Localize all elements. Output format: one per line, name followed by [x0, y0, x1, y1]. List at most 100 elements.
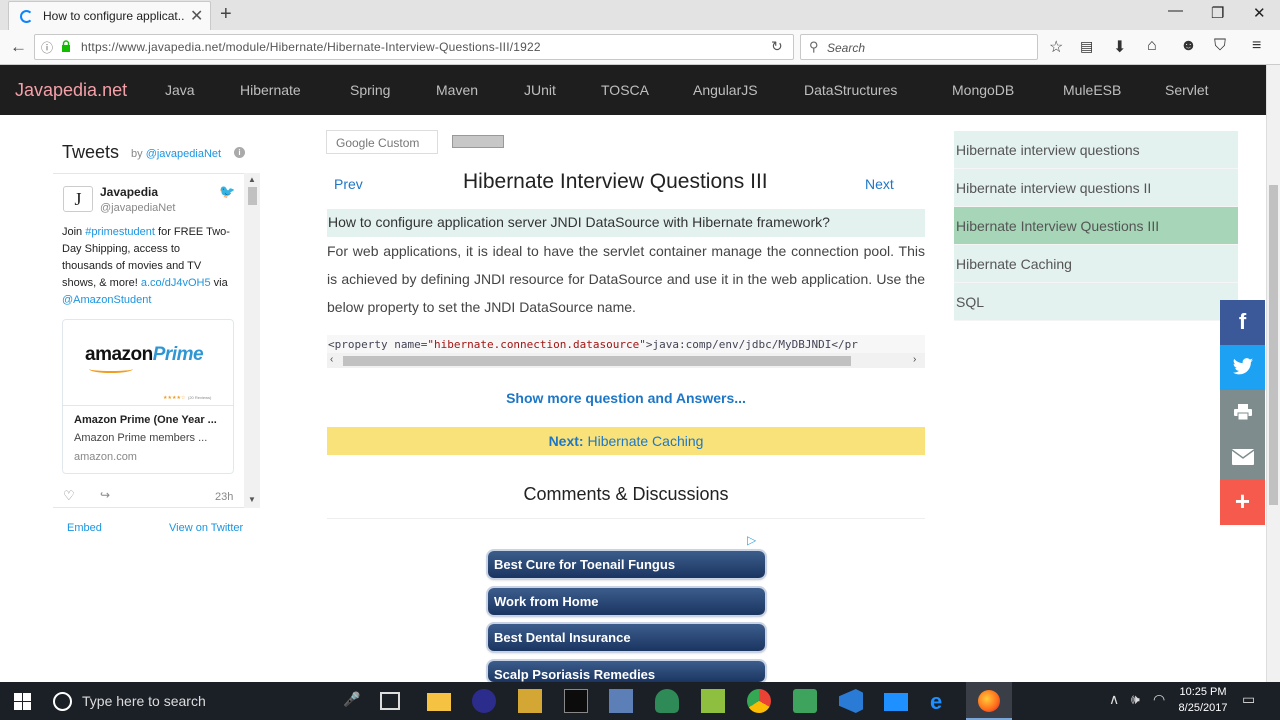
nav-servlet[interactable]: Servlet [1165, 82, 1209, 98]
sidebar-item-hibernate-caching[interactable]: Hibernate Caching [954, 245, 1238, 283]
sidebar-item-hibernate-questions-ii[interactable]: Hibernate interview questions II [954, 169, 1238, 207]
tweet-timestamp[interactable]: 23h [215, 491, 233, 503]
share-icon[interactable]: ↪ [100, 488, 110, 502]
code-scrollbar-thumb[interactable] [343, 356, 851, 366]
nav-java[interactable]: Java [165, 82, 195, 98]
nav-muleesb[interactable]: MuleESB [1063, 82, 1121, 98]
scroll-down-icon[interactable]: ▼ [248, 495, 256, 504]
page-scrollbar[interactable] [1266, 65, 1280, 682]
google-search-button[interactable] [452, 135, 504, 148]
home-icon[interactable]: ⌂ [1147, 37, 1157, 55]
taskbar-search-box[interactable]: Type here to search [82, 693, 206, 709]
tweets-scrollbar-thumb[interactable] [248, 187, 257, 205]
close-tab-icon[interactable]: ✕ [190, 6, 203, 26]
cortana-icon[interactable] [53, 692, 72, 711]
show-more-link[interactable]: Show more question and Answers... [327, 390, 925, 406]
nav-datastructures[interactable]: DataStructures [804, 82, 897, 98]
clock-time[interactable]: 10:25 PM [1172, 686, 1234, 698]
code-scrollbar[interactable]: ‹ › [327, 353, 925, 368]
downloads-icon[interactable]: ⬇ [1113, 37, 1126, 57]
ad-link[interactable]: Scalp Psoriasis Remedies [488, 661, 765, 682]
firefox-taskbar-button[interactable] [966, 682, 1012, 720]
view-on-twitter-link[interactable]: View on Twitter [169, 522, 243, 534]
prev-link[interactable]: Prev [334, 176, 363, 192]
nav-hibernate[interactable]: Hibernate [240, 82, 301, 98]
link-card[interactable]: amazonPrime ★★★★☆ (20 Reviews) Amazon Pr… [62, 319, 234, 474]
microphone-icon[interactable]: 🎤 [343, 691, 360, 708]
nav-mongodb[interactable]: MongoDB [952, 82, 1014, 98]
pocket-icon[interactable]: ⛉ [1214, 37, 1226, 55]
file-explorer-icon[interactable] [427, 693, 451, 711]
nav-junit[interactable]: JUnit [524, 82, 556, 98]
nav-spring[interactable]: Spring [350, 82, 390, 98]
tweets-scrollbar[interactable]: ▲ ▼ [244, 173, 260, 508]
network-icon[interactable] [609, 689, 633, 713]
site-logo[interactable]: Javapedia.net [15, 80, 127, 101]
edge-icon[interactable]: e [930, 689, 954, 714]
archive-icon[interactable] [518, 689, 542, 713]
reading-list-icon[interactable]: ▤ [1080, 38, 1093, 55]
minimize-icon[interactable]: — [1168, 2, 1183, 19]
spring-icon[interactable] [655, 689, 679, 713]
tweet-author-handle[interactable]: @javapediaNet [100, 202, 175, 214]
tweets-account-link[interactable]: @javapediaNet [146, 148, 221, 160]
tweet-author-name[interactable]: Javapedia [100, 185, 158, 199]
browser-tab[interactable]: How to configure applicat... ✕ [8, 1, 211, 30]
browser-search-field[interactable]: ⚲ Search [800, 34, 1038, 60]
window-close-icon[interactable]: ✕ [1253, 4, 1266, 22]
volume-icon[interactable]: 🕪 [1131, 691, 1140, 708]
restore-icon[interactable]: ❐ [1211, 4, 1224, 22]
chat-icon[interactable]: ☻ [1180, 37, 1197, 55]
mention-link[interactable]: @AmazonStudent [62, 294, 151, 306]
scroll-left-icon[interactable]: ‹ [330, 354, 333, 365]
address-bar[interactable]: ⓘ https://www.javapedia.net/module/Hiber… [34, 34, 794, 60]
print-share-button[interactable] [1220, 390, 1265, 435]
sidebar-item-hibernate-questions-iii[interactable]: Hibernate Interview Questions III [954, 207, 1238, 245]
sidebar-item-hibernate-questions[interactable]: Hibernate interview questions [954, 131, 1238, 169]
clock-date[interactable]: 8/25/2017 [1172, 702, 1234, 714]
ad-link[interactable]: Best Cure for Toenail Fungus [488, 551, 765, 578]
vscode-icon[interactable] [839, 689, 863, 713]
avatar[interactable]: J [63, 186, 93, 212]
google-custom-search-input[interactable]: Google Custom [326, 130, 438, 154]
notifications-icon[interactable]: ▭ [1242, 691, 1255, 708]
heart-icon[interactable]: ♡ [63, 488, 75, 504]
info-icon[interactable]: ⓘ [41, 39, 53, 56]
ad-link[interactable]: Work from Home [488, 588, 765, 615]
bookmark-star-icon[interactable]: ☆ [1049, 37, 1063, 57]
messaging-icon[interactable] [884, 693, 908, 711]
windows-start-icon[interactable] [14, 693, 31, 710]
chrome-icon[interactable] [747, 689, 771, 713]
embed-link[interactable]: Embed [67, 522, 102, 534]
next-link[interactable]: Next [865, 176, 894, 192]
info-icon[interactable]: i [234, 147, 245, 158]
wifi-icon[interactable]: ◠ [1153, 691, 1165, 708]
more-share-button[interactable]: + [1220, 480, 1265, 525]
tray-expand-icon[interactable]: ∧ [1109, 691, 1119, 708]
next-article-banner[interactable]: Next: Hibernate Caching [327, 427, 925, 455]
photos-icon[interactable] [793, 689, 817, 713]
reload-icon[interactable]: ↻ [771, 38, 783, 55]
facebook-share-button[interactable]: f [1220, 300, 1265, 345]
eclipse-icon[interactable] [472, 689, 496, 713]
new-tab-button[interactable]: + [220, 3, 232, 26]
scroll-right-icon[interactable]: › [913, 354, 916, 365]
sidebar-item-sql[interactable]: SQL [954, 283, 1238, 321]
hashtag-link[interactable]: #primestudent [85, 226, 155, 238]
next-article-link[interactable]: Hibernate Caching [587, 433, 703, 449]
back-arrow-icon[interactable]: ← [10, 37, 27, 57]
ad-link[interactable]: Best Dental Insurance [488, 624, 765, 651]
email-share-button[interactable] [1220, 435, 1265, 480]
scroll-up-icon[interactable]: ▲ [248, 175, 256, 184]
nav-tosca[interactable]: TOSCA [601, 82, 649, 98]
notepad-icon[interactable] [701, 689, 725, 713]
twitter-share-button[interactable] [1220, 345, 1265, 390]
task-view-icon[interactable] [380, 692, 400, 710]
terminal-icon[interactable] [564, 689, 588, 713]
nav-maven[interactable]: Maven [436, 82, 478, 98]
tweet-url-link[interactable]: a.co/dJ4vOH5 [141, 277, 211, 289]
adchoices-icon[interactable]: ▷ [747, 533, 756, 547]
twitter-bird-icon[interactable]: 🐦 [219, 184, 235, 200]
nav-angularjs[interactable]: AngularJS [693, 82, 758, 98]
page-scrollbar-thumb[interactable] [1269, 185, 1278, 505]
